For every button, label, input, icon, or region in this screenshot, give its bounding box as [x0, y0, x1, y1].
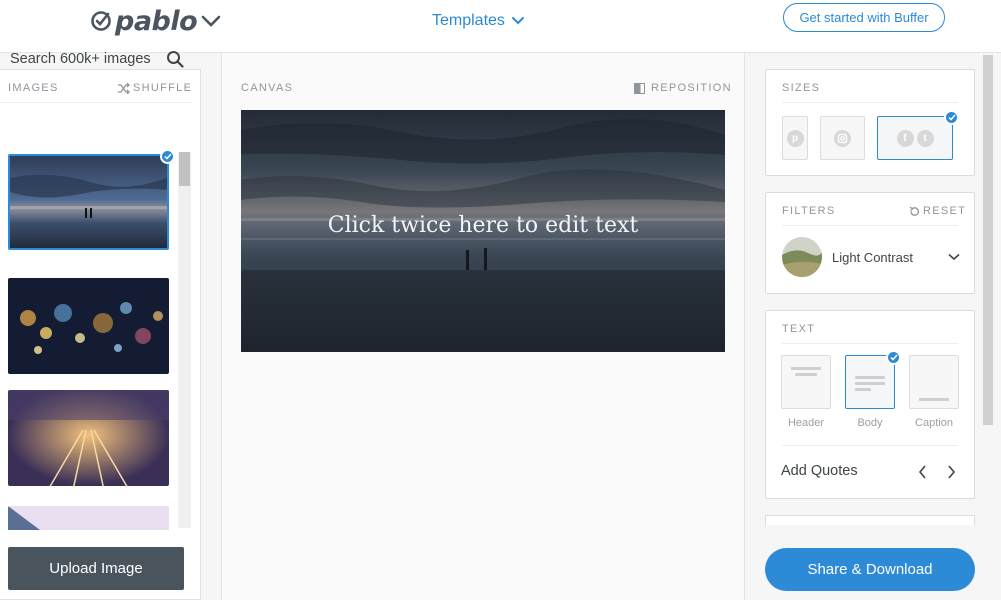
foggy-railway-image — [8, 390, 169, 486]
canvas-heading: CANVAS — [241, 82, 294, 94]
size-instagram[interactable] — [820, 116, 865, 160]
facebook-icon: f — [896, 129, 914, 147]
shuffle-button[interactable]: SHUFFLE — [117, 82, 192, 94]
reposition-label: REPOSITION — [651, 82, 732, 94]
search-input[interactable]: Search 600k+ images — [10, 51, 151, 67]
text-style-label: Body — [857, 417, 883, 429]
images-scrollbar[interactable] — [178, 152, 191, 528]
pablo-logo-icon — [91, 11, 111, 31]
search-icon[interactable] — [166, 50, 184, 68]
selected-check-icon — [160, 149, 175, 164]
chevron-down-icon — [511, 17, 524, 25]
text-heading: TEXT — [782, 323, 816, 335]
shuffle-label: SHUFFLE — [133, 82, 193, 94]
filters-heading: FILTERS — [782, 205, 836, 217]
filters-card: FILTERS RESET Light Contrast — [765, 192, 975, 294]
get-started-button[interactable]: Get started with Buffer — [783, 3, 945, 32]
size-facebook-twitter[interactable]: f t — [877, 116, 953, 160]
filter-preview-image — [782, 237, 822, 277]
text-card: TEXT Header Body Caption Add Quotes — [765, 310, 975, 499]
reset-label: RESET — [923, 205, 967, 217]
image-thumbnail[interactable] — [8, 506, 169, 530]
reset-icon — [909, 206, 919, 216]
chevron-left-icon[interactable] — [916, 464, 930, 480]
shuffle-icon — [118, 82, 130, 94]
canvas-editable-text[interactable]: Click twice here to edit text — [241, 213, 725, 238]
canvas-image[interactable]: Click twice here to edit text — [241, 110, 725, 352]
templates-menu[interactable]: Templates — [432, 12, 525, 30]
image-thumbnail[interactable] — [8, 390, 169, 486]
text-style-header[interactable] — [781, 355, 831, 409]
twitter-icon: t — [916, 129, 934, 147]
image-thumbnail[interactable] — [8, 278, 169, 374]
add-quotes-label: Add Quotes — [781, 463, 858, 479]
instagram-icon — [834, 129, 851, 147]
image-thumbnail-list — [8, 154, 170, 530]
reset-filters-button[interactable]: RESET — [909, 205, 966, 217]
pablo-logo[interactable]: pablo — [90, 5, 221, 37]
chevron-down-icon[interactable] — [201, 14, 221, 28]
divider — [782, 343, 958, 344]
reposition-button[interactable]: REPOSITION — [634, 82, 732, 94]
share-download-button[interactable]: Share & Download — [765, 548, 975, 591]
selected-check-icon — [944, 110, 959, 125]
text-style-caption[interactable] — [909, 355, 959, 409]
divider — [782, 225, 958, 226]
chevron-right-icon[interactable] — [944, 464, 958, 480]
size-pinterest[interactable]: p — [782, 116, 808, 160]
text-style-label: Header — [787, 417, 825, 429]
image-thumbnail[interactable] — [8, 154, 169, 250]
images-heading: IMAGES — [8, 82, 59, 94]
beach-sunset-image — [10, 156, 167, 248]
filter-name: Light Contrast — [832, 249, 913, 265]
pastel-image — [8, 506, 169, 530]
scrollbar-thumb[interactable] — [179, 152, 190, 186]
logo-text: pablo — [115, 5, 198, 37]
top-header: pablo Templates Get started with Buffer — [0, 0, 1001, 53]
upload-image-button[interactable]: Upload Image — [8, 547, 184, 590]
text-style-label: Caption — [915, 417, 953, 429]
templates-label: Templates — [432, 12, 505, 29]
pinterest-icon: p — [786, 129, 804, 147]
selected-check-icon — [886, 350, 901, 365]
divider — [782, 102, 958, 103]
divider — [0, 102, 192, 103]
next-card-edge — [765, 515, 975, 525]
bokeh-lights-image — [8, 278, 169, 374]
filter-select[interactable]: Light Contrast — [782, 237, 960, 277]
right-scrollbar[interactable] — [983, 55, 993, 425]
chevron-down-icon — [948, 253, 960, 261]
text-style-body[interactable] — [845, 355, 895, 409]
divider — [782, 445, 958, 446]
sizes-heading: SIZES — [782, 82, 821, 94]
sizes-card: SIZES p f t — [765, 69, 975, 176]
reposition-icon — [634, 82, 645, 94]
